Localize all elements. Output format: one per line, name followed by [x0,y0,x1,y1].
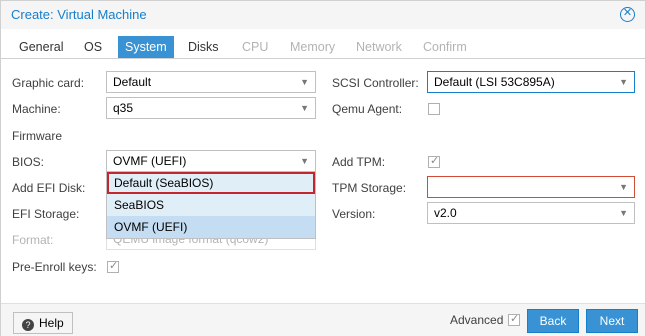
pre-enroll-keys-checkbox[interactable] [107,259,119,273]
format-label: Format: [12,233,54,247]
chevron-down-icon[interactable]: ▼ [300,72,309,92]
bios-dropdown-list: Default (SeaBIOS) SeaBIOS OVMF (UEFI) [106,171,316,239]
tab-cpu: CPU [242,40,269,54]
graphic-card-label: Graphic card: [12,76,85,90]
advanced-label: Advanced [450,313,504,327]
tab-confirm: Confirm [423,40,467,54]
machine-combo[interactable]: q35 ▼ [106,97,316,119]
create-vm-window: Create: Virtual Machine ✕ General OS Sys… [0,0,646,336]
window-title: Create: Virtual Machine [11,7,147,22]
chevron-down-icon[interactable]: ▼ [300,151,309,171]
firmware-section-title: Firmware [12,129,62,143]
advanced-checkbox[interactable] [508,312,520,326]
chevron-down-icon[interactable]: ▼ [619,177,628,197]
bios-value: OVMF (UEFI) [113,154,187,168]
version-combo[interactable]: v2.0 ▼ [427,202,635,224]
efi-storage-label: EFI Storage: [12,207,80,221]
back-button[interactable]: Back [527,309,579,333]
tab-general[interactable]: General [12,36,70,58]
question-circle-icon: ? [22,319,34,331]
version-label: Version: [332,207,376,221]
bios-combo[interactable]: OVMF (UEFI) ▼ [106,150,316,172]
chevron-down-icon[interactable]: ▼ [619,203,628,223]
close-icon[interactable]: ✕ [620,7,635,22]
bios-option-default-seabios[interactable]: Default (SeaBIOS) [107,172,315,194]
chevron-down-icon[interactable]: ▼ [300,98,309,118]
pre-enroll-keys-label: Pre-Enroll keys: [12,260,97,274]
scsi-controller-combo[interactable]: Default (LSI 53C895A) ▼ [427,71,635,93]
bios-label: BIOS: [12,155,45,169]
add-tpm-checkbox[interactable] [428,154,440,168]
add-efi-disk-label: Add EFI Disk: [12,181,86,195]
tab-network: Network [356,40,402,54]
graphic-card-value: Default [113,75,152,89]
tab-memory: Memory [290,40,336,54]
machine-value: q35 [113,101,134,115]
tab-os[interactable]: OS [77,36,109,58]
add-tpm-label: Add TPM: [332,155,386,169]
version-value: v2.0 [434,206,457,220]
tpm-storage-combo[interactable]: ▼ [427,176,635,198]
tpm-storage-label: TPM Storage: [332,181,407,195]
tab-system[interactable]: System [118,36,174,58]
chevron-down-icon[interactable]: ▼ [619,72,628,92]
graphic-card-combo[interactable]: Default ▼ [106,71,316,93]
qemu-agent-checkbox[interactable] [428,103,440,115]
scsi-controller-value: Default (LSI 53C895A) [434,75,555,89]
next-button[interactable]: Next [586,309,638,333]
bios-option-seabios[interactable]: SeaBIOS [107,194,315,216]
qemu-agent-label: Qemu Agent: [332,102,403,116]
bios-option-ovmf-uefi[interactable]: OVMF (UEFI) [107,216,315,238]
machine-label: Machine: [12,102,61,116]
wizard-tabs: General OS System Disks CPU Memory Netwo… [1,33,645,59]
scsi-controller-label: SCSI Controller: [332,76,419,90]
title-bar: Create: Virtual Machine ✕ [1,1,645,29]
tab-disks[interactable]: Disks [181,36,226,58]
help-label: Help [39,316,64,330]
help-button[interactable]: ? Help [13,312,73,334]
